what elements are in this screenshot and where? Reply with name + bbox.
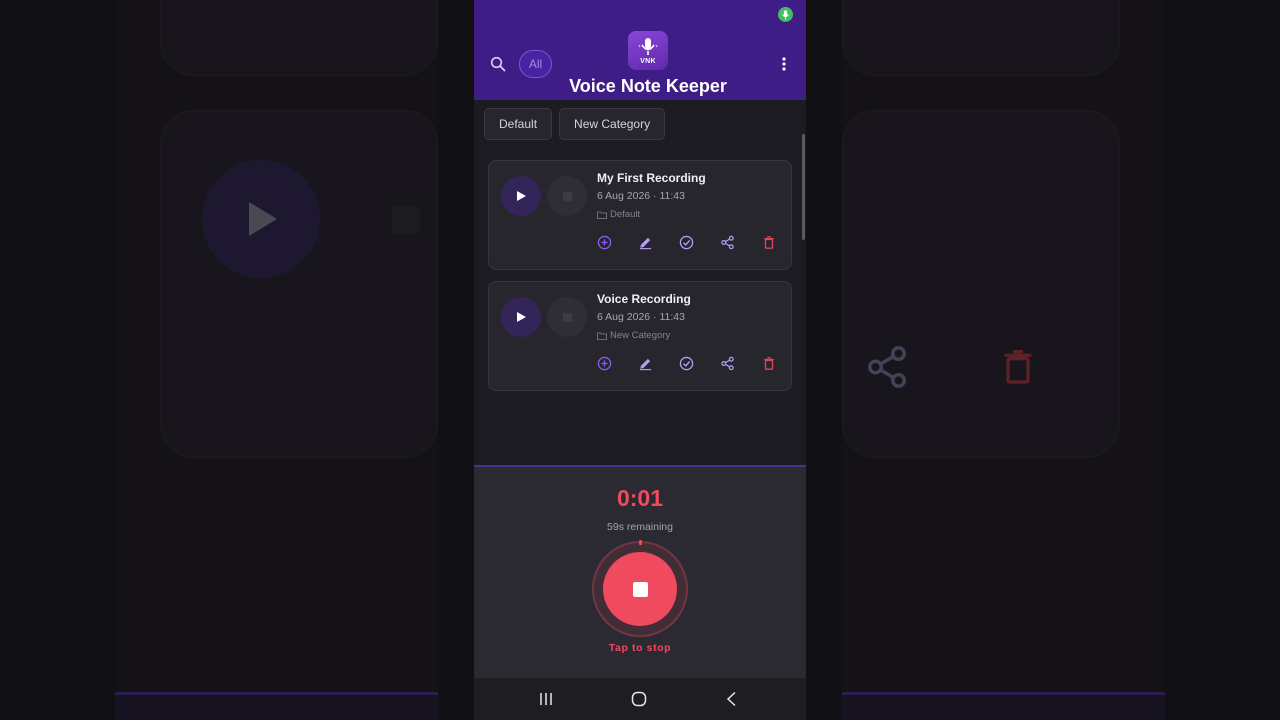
stop-icon [562,191,572,201]
play-button[interactable] [501,176,541,216]
app-logo: VNK [628,31,668,70]
folder-icon [597,211,607,219]
category-chip-new-category[interactable]: New Category [559,108,666,140]
time-remaining: 59s remaining [607,521,673,533]
app-title: Voice Note Keeper [569,76,727,96]
backdrop-share-icon [868,346,906,388]
recording-title: My First Recording [597,171,706,185]
recording-category-label: Default [610,209,641,220]
progress-indicator [639,540,642,545]
system-nav-bar [474,678,806,720]
add-circle-icon[interactable] [584,354,625,372]
backdrop-bar [115,692,438,720]
category-chip-default[interactable]: Default [484,108,553,140]
recording-panel: 0:01 59s remaining Tap to stop [474,465,806,678]
backdrop-play-icon [249,202,277,236]
recording-actions [584,233,789,251]
play-icon [517,191,526,201]
backdrop-stop-icon [392,206,420,234]
back-icon[interactable] [724,691,740,707]
check-circle-icon[interactable] [666,354,707,372]
backdrop-card [842,0,1120,76]
tap-to-stop-label: Tap to stop [608,642,672,654]
recording-category-label: New Category [610,330,671,341]
recording-card[interactable]: Voice Recording 6 Aug 2026 · 11:43 New C… [488,281,792,391]
recent-apps-icon[interactable] [538,691,554,707]
backdrop-card [160,0,438,76]
home-icon[interactable] [631,691,647,707]
play-button[interactable] [501,297,541,337]
folder-icon [597,332,607,340]
phone-screen: All VNK Voice Note Keeper Default New Ca… [474,0,806,720]
play-icon [517,312,526,322]
scrollbar-thumb[interactable] [802,134,805,240]
category-tabs: Default New Category [484,108,666,140]
recording-date: 6 Aug 2026 · 11:43 [597,190,685,202]
backdrop-card [160,110,438,458]
stop-recording-button[interactable] [603,552,677,626]
recording-card[interactable]: My First Recording 6 Aug 2026 · 11:43 De… [488,160,792,270]
delete-icon[interactable] [748,233,789,251]
add-circle-icon[interactable] [584,233,625,251]
check-circle-icon[interactable] [666,233,707,251]
stop-playback-button[interactable] [547,297,587,337]
microphone-icon [638,37,658,55]
recording-title: Voice Recording [597,292,691,306]
recording-category: Default [597,209,640,220]
app-header: All VNK Voice Note Keeper [474,0,806,100]
microphone-icon [778,7,793,22]
share-icon[interactable] [707,233,748,251]
stop-icon [562,312,572,322]
backdrop-card [842,110,1120,458]
logo-text: VNK [640,57,656,65]
backdrop-bar [842,692,1165,720]
share-icon[interactable] [707,354,748,372]
more-vertical-icon[interactable] [780,56,788,72]
edit-icon[interactable] [625,354,666,372]
recording-date: 6 Aug 2026 · 11:43 [597,311,685,323]
recording-timer: 0:01 [616,485,664,511]
backdrop-delete-icon [1004,349,1032,384]
stop-playback-button[interactable] [547,176,587,216]
filter-all-chip[interactable]: All [519,50,552,78]
recording-category: New Category [597,330,670,341]
delete-icon[interactable] [748,354,789,372]
search-icon[interactable] [490,56,506,72]
stop-icon [632,581,648,597]
recording-actions [584,354,789,372]
edit-icon[interactable] [625,233,666,251]
